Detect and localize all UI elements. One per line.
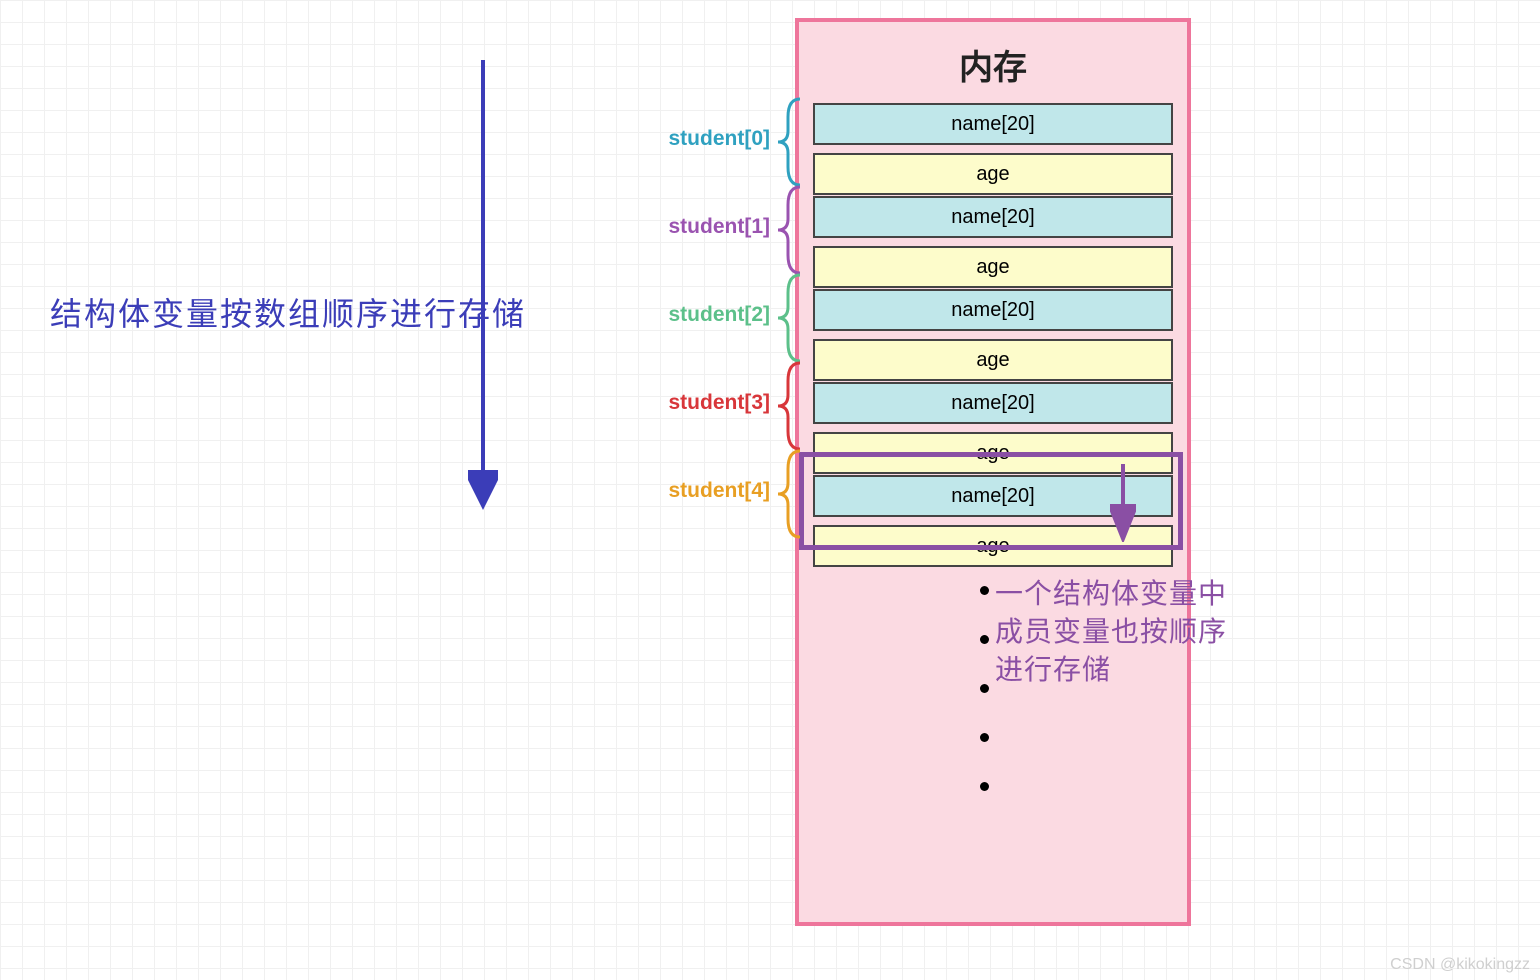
slot-field-name: name[20] — [813, 289, 1173, 331]
label-student-3: student[3] — [630, 391, 770, 415]
brace-icon — [776, 449, 804, 539]
slot-field-name: name[20] — [813, 103, 1173, 145]
annotation-member-order: 一个结构体变量中 成员变量也按顺序 进行存储 — [995, 576, 1227, 689]
label-student-2: student[2] — [630, 303, 770, 327]
slot-field-age: age — [813, 246, 1173, 288]
label-student-1: student[1] — [630, 215, 770, 239]
dot-icon — [980, 782, 989, 791]
ellipsis-dots — [980, 586, 989, 791]
brace-icon — [776, 97, 804, 187]
dot-icon — [980, 635, 989, 644]
diagram-stage: 结构体变量按数组顺序进行存储 内存 name[20] age name[20] … — [0, 0, 1540, 980]
label-student-4: student[4] — [630, 479, 770, 503]
brace-icon — [776, 185, 804, 275]
arrow-down-icon — [468, 60, 498, 510]
annotation-line: 进行存储 — [995, 652, 1227, 690]
slot-field-name: name[20] — [813, 382, 1173, 424]
annotation-line: 成员变量也按顺序 — [995, 614, 1227, 652]
slot-field-age: age — [813, 153, 1173, 195]
brace-icon — [776, 361, 804, 451]
dot-icon — [980, 684, 989, 693]
slot-field-name: name[20] — [813, 196, 1173, 238]
caption-struct-order: 结构体变量按数组顺序进行存储 — [50, 289, 526, 335]
brace-icon — [776, 273, 804, 363]
memory-title: 内存 — [799, 22, 1187, 103]
dot-icon — [980, 586, 989, 595]
dot-icon — [980, 733, 989, 742]
annotation-line: 一个结构体变量中 — [995, 576, 1227, 614]
slot-field-age: age — [813, 339, 1173, 381]
watermark: CSDN @kikokingzz — [1390, 956, 1530, 974]
label-student-0: student[0] — [630, 127, 770, 151]
arrow-member-order-icon — [1110, 462, 1136, 542]
